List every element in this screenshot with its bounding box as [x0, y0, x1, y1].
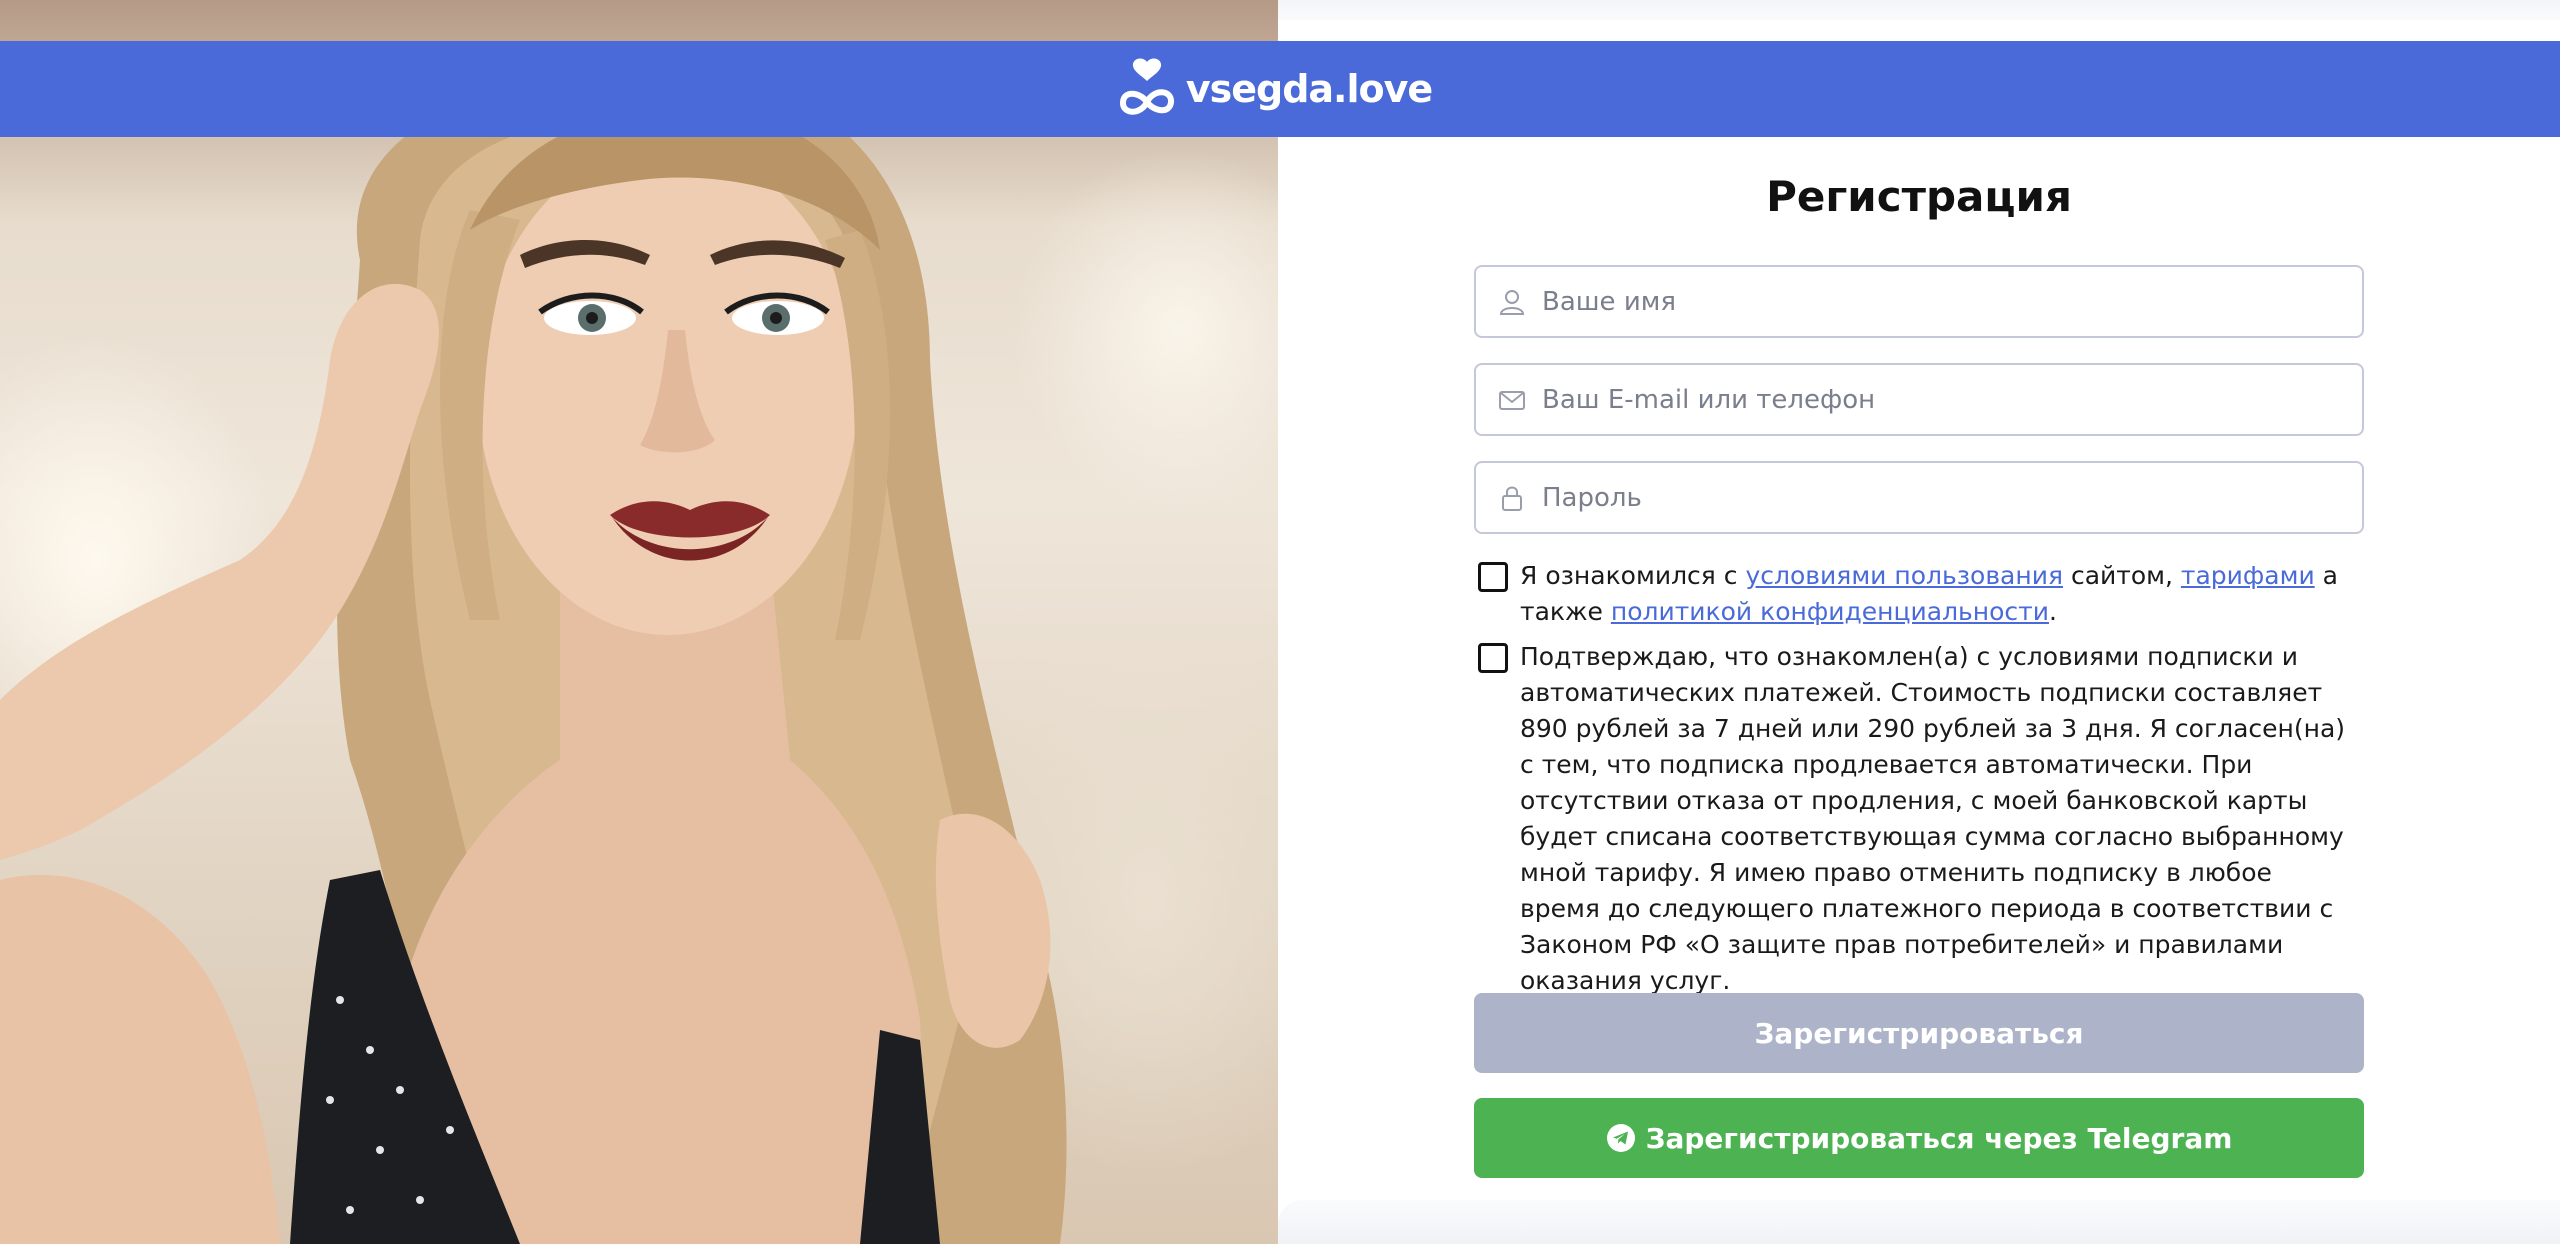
- user-icon: [1499, 289, 1525, 315]
- telegram-icon: [1606, 1124, 1635, 1152]
- hero-photo: [0, 0, 1278, 1244]
- name-field[interactable]: [1474, 265, 2364, 338]
- woman-portrait-illustration: [0, 68, 1067, 1244]
- terms-agreement: Я ознакомился с условиями пользования са…: [1478, 558, 2358, 630]
- lock-icon: [1502, 486, 1522, 511]
- contact-field[interactable]: [1474, 363, 2364, 436]
- terms-checkbox[interactable]: [1478, 562, 1508, 592]
- register-button[interactable]: Зарегистрироваться: [1474, 993, 2364, 1073]
- logo-text: vsegda.love: [1185, 67, 1433, 111]
- terms-text-1: Я ознакомился с: [1520, 561, 1746, 590]
- password-input[interactable]: [1542, 463, 2362, 532]
- password-field[interactable]: [1474, 461, 2364, 534]
- terms-text-4: .: [2048, 597, 2057, 626]
- bottom-strip: [1278, 1200, 2560, 1244]
- subscription-text: Подтверждаю, что ознакомлен(а) с условия…: [1520, 642, 2346, 995]
- name-input[interactable]: [1542, 267, 2362, 336]
- privacy-policy-link[interactable]: политикой конфиденциальности: [1611, 597, 2049, 626]
- heart-infinity-icon: [1119, 58, 1174, 115]
- terms-of-use-link[interactable]: условиями пользования: [1745, 561, 2063, 590]
- envelope-icon: [1499, 390, 1525, 410]
- contact-input[interactable]: [1542, 365, 2362, 434]
- tariffs-link[interactable]: тарифами: [2181, 561, 2315, 590]
- page-title: Регистрация: [1766, 172, 2072, 221]
- subscription-checkbox[interactable]: [1478, 643, 1508, 673]
- top-strip: [1278, 0, 2560, 20]
- logo[interactable]: vsegda.love: [1118, 58, 1433, 120]
- site-header: vsegda.love: [0, 41, 2560, 137]
- terms-text: Я ознакомился с условиями пользования са…: [1520, 558, 2358, 630]
- terms-text-2: сайтом,: [2063, 561, 2181, 590]
- subscription-agreement: Подтверждаю, что ознакомлен(а) с условия…: [1478, 639, 2358, 999]
- telegram-register-button[interactable]: Зарегистрироваться через Telegram: [1474, 1098, 2364, 1178]
- register-button-label: Зарегистрироваться: [1754, 1016, 2084, 1050]
- telegram-button-label: Зарегистрироваться через Telegram: [1645, 1121, 2233, 1155]
